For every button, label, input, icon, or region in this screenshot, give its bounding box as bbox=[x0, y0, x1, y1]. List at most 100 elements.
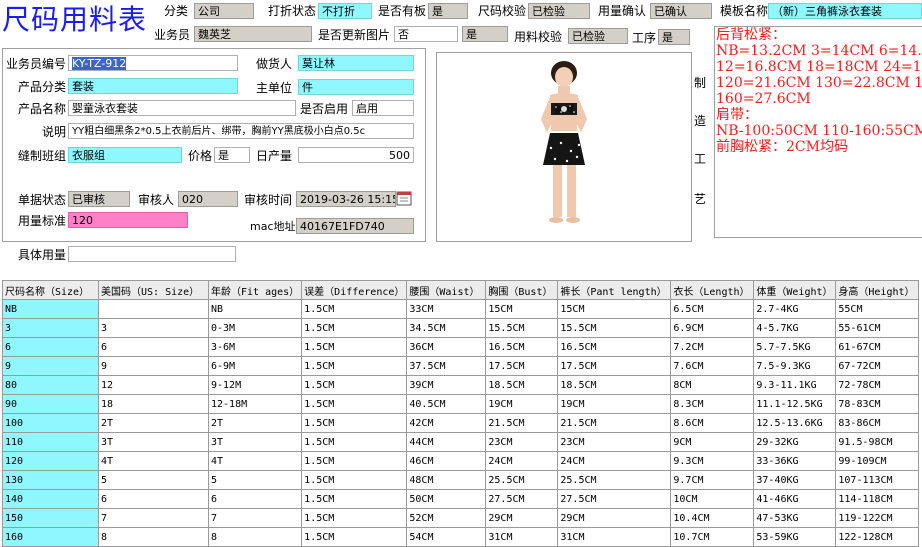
table-cell[interactable]: 6.5CM bbox=[670, 299, 755, 319]
table-cell[interactable]: 4-5.7KG bbox=[753, 318, 837, 338]
column-header[interactable]: 裤长（Pant length） bbox=[557, 280, 672, 300]
table-cell[interactable]: 8 bbox=[207, 527, 303, 547]
column-header[interactable]: 尺码名称（Size） bbox=[2, 280, 99, 300]
table-cell[interactable]: 3T bbox=[98, 432, 209, 452]
table-cell[interactable]: 54CM bbox=[406, 527, 487, 547]
table-cell[interactable]: 47-53KG bbox=[753, 508, 837, 528]
table-cell[interactable]: 61-67CM bbox=[835, 337, 920, 357]
table-cell[interactable]: 7.6CM bbox=[670, 356, 755, 376]
table-cell[interactable]: 6 bbox=[98, 489, 209, 509]
table-cell[interactable]: 24CM bbox=[557, 451, 672, 471]
main-unit-field[interactable]: 件 bbox=[298, 79, 414, 95]
table-row[interactable]: 160 8 8 1.5CM 54CM 31CM 31CM 10.7CM 53-59KG 122-1… bbox=[2, 527, 920, 547]
column-header[interactable]: 体重（Weight） bbox=[753, 280, 837, 300]
table-cell[interactable]: 8 bbox=[98, 527, 209, 547]
table-cell[interactable]: 114-118CM bbox=[835, 489, 920, 509]
table-cell[interactable]: 2.7-4KG bbox=[753, 299, 837, 319]
table-cell[interactable]: 72-78CM bbox=[835, 375, 920, 395]
table-cell[interactable]: 9 bbox=[2, 356, 99, 376]
table-row[interactable]: 150 7 7 1.5CM 52CM 29CM 29CM 10.4CM 47-53KG 119-1… bbox=[2, 508, 920, 528]
table-cell[interactable]: 9 bbox=[98, 356, 209, 376]
table-cell[interactable]: 8CM bbox=[670, 375, 755, 395]
table-cell[interactable]: 4T bbox=[207, 451, 303, 471]
table-cell[interactable]: 31CM bbox=[557, 527, 672, 547]
enabled-field[interactable]: 启用 bbox=[352, 100, 414, 116]
table-cell[interactable]: 10.4CM bbox=[670, 508, 755, 528]
reviewer-field[interactable]: 020 bbox=[178, 191, 238, 207]
table-cell[interactable]: 55CM bbox=[835, 299, 920, 319]
size-check-field[interactable]: 已检验 bbox=[528, 3, 590, 19]
table-cell[interactable]: 9.7CM bbox=[670, 470, 755, 490]
table-row[interactable]: 80 12 9-12M 1.5CM 39CM 18.5CM 18.5CM 8CM 9.3-11.… bbox=[2, 375, 920, 395]
table-cell[interactable]: 15CM bbox=[485, 299, 559, 319]
table-cell[interactable]: 130 bbox=[2, 470, 99, 490]
table-row[interactable]: 100 2T 2T 1.5CM 42CM 21.5CM 21.5CM 8.6CM 12.5-13… bbox=[2, 413, 920, 433]
table-row[interactable]: 140 6 6 1.5CM 50CM 27.5CM 27.5CM 10CM 41-46KG 114… bbox=[2, 489, 920, 509]
table-cell[interactable]: 100 bbox=[2, 413, 99, 433]
table-cell[interactable]: 7.2CM bbox=[670, 337, 755, 357]
table-cell[interactable]: 33CM bbox=[406, 299, 487, 319]
table-cell[interactable]: 120 bbox=[2, 451, 99, 471]
table-cell[interactable]: 67-72CM bbox=[835, 356, 920, 376]
table-cell[interactable]: 50CM bbox=[406, 489, 487, 509]
table-cell[interactable]: 1.5CM bbox=[301, 356, 408, 376]
table-cell[interactable]: 17.5CM bbox=[557, 356, 672, 376]
table-cell[interactable]: 10CM bbox=[670, 489, 755, 509]
table-cell[interactable]: 1.5CM bbox=[301, 451, 408, 471]
table-cell[interactable]: 44CM bbox=[406, 432, 487, 452]
table-cell[interactable]: 8.6CM bbox=[670, 413, 755, 433]
table-cell[interactable]: 78-83CM bbox=[835, 394, 920, 414]
table-cell[interactable]: 27.5CM bbox=[557, 489, 672, 509]
table-cell[interactable]: 107-113CM bbox=[835, 470, 920, 490]
table-cell[interactable]: NB bbox=[207, 299, 303, 319]
table-cell[interactable]: 7 bbox=[98, 508, 209, 528]
table-cell[interactable]: 36CM bbox=[406, 337, 487, 357]
table-cell[interactable]: 1.5CM bbox=[301, 413, 408, 433]
column-header[interactable]: 衣长（Length） bbox=[670, 280, 755, 300]
table-cell[interactable]: 25.5CM bbox=[485, 470, 559, 490]
table-row[interactable]: 3 3 0-3M 1.5CM 34.5CM 15.5CM 15.5CM 6.9CM 4-5.7K… bbox=[2, 318, 920, 338]
table-cell[interactable]: 12 bbox=[98, 375, 209, 395]
table-cell[interactable]: 1.5CM bbox=[301, 318, 408, 338]
material-check-field[interactable]: 已检验 bbox=[568, 28, 628, 44]
table-cell[interactable]: 6-9M bbox=[207, 356, 303, 376]
table-cell[interactable]: 99-109CM bbox=[835, 451, 920, 471]
maker-field[interactable]: 莫让林 bbox=[298, 55, 414, 71]
table-cell[interactable]: 1.5CM bbox=[301, 299, 408, 319]
table-cell[interactable]: 9CM bbox=[670, 432, 755, 452]
discount-status-field[interactable]: 不打折 bbox=[318, 3, 372, 19]
table-cell[interactable]: 1.5CM bbox=[301, 508, 408, 528]
column-header[interactable]: 腰围（Waist） bbox=[406, 280, 487, 300]
table-cell[interactable]: 37-40KG bbox=[753, 470, 837, 490]
table-cell[interactable]: 1.5CM bbox=[301, 337, 408, 357]
table-cell[interactable]: 15CM bbox=[557, 299, 672, 319]
table-cell[interactable]: 1.5CM bbox=[301, 527, 408, 547]
process-field[interactable]: 是 bbox=[658, 29, 690, 45]
table-cell[interactable]: 29CM bbox=[485, 508, 559, 528]
table-cell[interactable]: 16.5CM bbox=[557, 337, 672, 357]
doc-status-field[interactable]: 已审核 bbox=[68, 191, 130, 207]
table-cell[interactable]: 37.5CM bbox=[406, 356, 487, 376]
table-cell[interactable]: 15.5CM bbox=[485, 318, 559, 338]
table-cell[interactable]: 160 bbox=[2, 527, 99, 547]
table-cell[interactable]: 23CM bbox=[557, 432, 672, 452]
usage-standard-field[interactable]: 120 bbox=[68, 212, 188, 228]
table-cell[interactable]: 52CM bbox=[406, 508, 487, 528]
table-cell[interactable]: 16.5CM bbox=[485, 337, 559, 357]
table-cell[interactable]: 33-36KG bbox=[753, 451, 837, 471]
table-cell[interactable]: 8.3CM bbox=[670, 394, 755, 414]
table-cell[interactable]: 80 bbox=[2, 375, 99, 395]
table-cell[interactable]: 25.5CM bbox=[557, 470, 672, 490]
table-cell[interactable]: 91.5-98CM bbox=[835, 432, 920, 452]
description-field[interactable]: YY粗白细黑条2*0.5上衣前后片、绑带，胸前YY黑底极小白点0.5c bbox=[68, 123, 414, 139]
table-cell[interactable]: 21.5CM bbox=[557, 413, 672, 433]
table-cell[interactable]: 15.5CM bbox=[557, 318, 672, 338]
column-header[interactable]: 身高（Height） bbox=[835, 280, 920, 300]
table-cell[interactable]: 1.5CM bbox=[301, 489, 408, 509]
daily-output-field[interactable]: 500 bbox=[298, 147, 414, 163]
table-cell[interactable]: 40.5CM bbox=[406, 394, 487, 414]
table-cell[interactable]: 7.5-9.3KG bbox=[753, 356, 837, 376]
table-cell[interactable]: 5 bbox=[207, 470, 303, 490]
table-cell[interactable]: 6 bbox=[2, 337, 99, 357]
table-cell[interactable]: 55-61CM bbox=[835, 318, 920, 338]
